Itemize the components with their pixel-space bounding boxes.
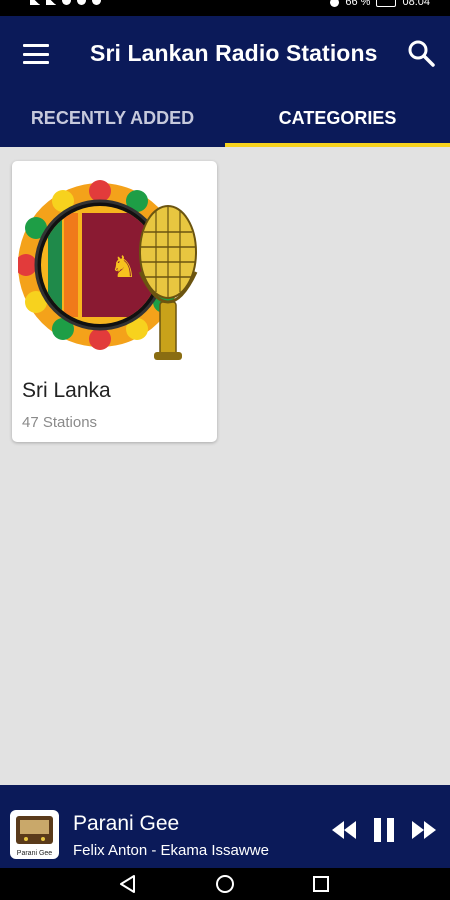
clock: 08:04	[402, 0, 430, 8]
tab-bar: RECENTLY ADDED CATEGORIES	[0, 98, 450, 147]
battery-icon	[376, 0, 397, 7]
home-icon[interactable]	[215, 874, 235, 894]
category-grid: ♞ Sri Lanka 47 Stations	[0, 147, 450, 785]
now-playing-station: Parani Gee	[73, 812, 180, 835]
battery-percent: 66 %	[345, 0, 371, 8]
alarm-icon	[330, 0, 340, 7]
tab-categories[interactable]: CATEGORIES	[225, 98, 450, 147]
app-bar: Sri Lankan Radio Stations RECENTLY ADDED…	[0, 16, 450, 147]
station-thumbnail: Parani Gee	[10, 810, 59, 859]
status-icons-right: 66 % 08:04	[330, 0, 430, 8]
tab-recently-added[interactable]: RECENTLY ADDED	[0, 98, 225, 147]
search-icon[interactable]	[406, 38, 436, 68]
notification-icon	[62, 0, 71, 5]
app-title: Sri Lankan Radio Stations	[90, 40, 378, 66]
tab-label: RECENTLY ADDED	[30, 108, 195, 128]
now-playing-track: Felix Anton - Ekama Issawwe	[73, 842, 269, 859]
category-title: Sri Lanka	[22, 379, 111, 402]
status-icons-left	[30, 0, 101, 5]
wifi-icon	[46, 0, 56, 5]
sri-lanka-flag-microphone-image: ♞	[18, 180, 198, 360]
thumbnail-label: Parani Gee	[16, 850, 53, 857]
fast-forward-icon[interactable]	[412, 821, 436, 839]
back-icon[interactable]	[118, 874, 138, 894]
radio-icon	[16, 816, 53, 844]
category-station-count: 47 Stations	[22, 414, 98, 431]
recents-icon[interactable]	[311, 874, 331, 894]
mini-player[interactable]: Parani Gee Parani Gee Felix Anton - Ekam…	[0, 785, 450, 868]
pause-icon[interactable]	[372, 818, 396, 842]
notification-icon	[92, 0, 101, 5]
svg-text:♞: ♞	[110, 250, 137, 285]
tab-label: CATEGORIES	[278, 108, 397, 128]
signal-icon	[30, 0, 40, 5]
rewind-icon[interactable]	[332, 821, 356, 839]
category-card-sri-lanka[interactable]: ♞ Sri Lanka 47 Stations	[12, 161, 217, 442]
hamburger-menu-icon[interactable]	[20, 42, 52, 66]
system-nav-bar	[0, 868, 450, 900]
notification-icon	[77, 0, 86, 5]
status-bar: 66 % 08:04	[0, 0, 450, 16]
